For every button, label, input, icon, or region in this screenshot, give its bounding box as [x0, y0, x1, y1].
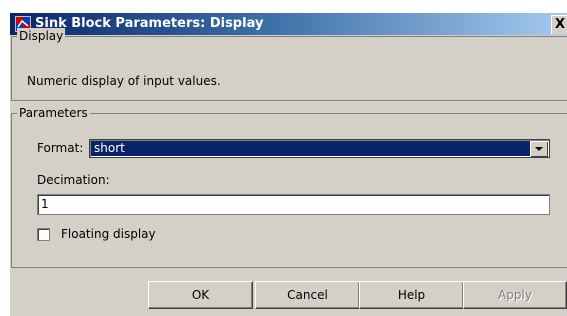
decimation-label: Decimation:	[37, 173, 110, 187]
close-button[interactable]: X	[551, 15, 567, 34]
cancel-button[interactable]: Cancel	[255, 281, 360, 309]
floating-display-checkbox[interactable]	[37, 228, 50, 241]
help-button[interactable]: Help	[359, 281, 464, 309]
floating-display-label[interactable]: Floating display	[61, 227, 156, 241]
title-bar[interactable]: Sink Block Parameters: Display	[10, 13, 567, 35]
ok-button[interactable]: OK	[148, 281, 253, 309]
window-title: Sink Block Parameters: Display	[35, 16, 264, 31]
block-description: Numeric display of input values.	[27, 74, 221, 88]
parameters-group-legend: Parameters	[17, 105, 90, 121]
display-group: Display	[11, 28, 567, 101]
parameters-group: Parameters	[11, 105, 567, 268]
apply-button[interactable]: Apply	[463, 281, 567, 309]
chevron-down-icon[interactable]	[530, 141, 548, 157]
display-group-legend: Display	[17, 28, 66, 44]
format-dropdown[interactable]: short	[89, 139, 550, 158]
format-label: Format:	[37, 141, 84, 155]
decimation-input[interactable]: 1	[37, 194, 550, 215]
format-selected-value: short	[91, 141, 530, 156]
